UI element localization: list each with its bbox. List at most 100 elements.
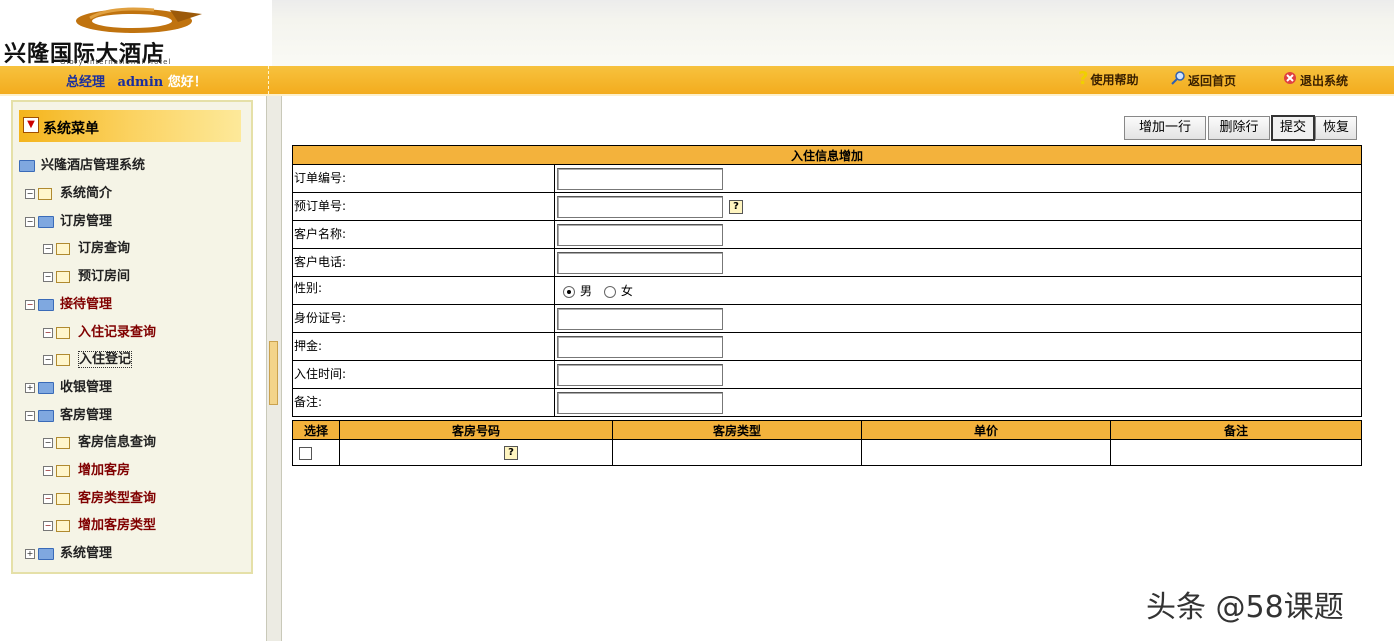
page-icon [56, 270, 70, 283]
page-icon [56, 242, 70, 255]
id-card-label: 身份证号: [292, 304, 555, 333]
folder-icon [19, 159, 35, 172]
tree-root-label: 兴隆酒店管理系统 [41, 158, 146, 173]
home-link[interactable]: 返回首页 [1170, 71, 1236, 89]
page-icon [56, 436, 70, 449]
page-icon [56, 353, 70, 366]
folder-icon [38, 547, 54, 560]
order-no-label: 订单编号: [292, 164, 555, 193]
col-remark: 备注 [1110, 420, 1362, 440]
hotel-logo: 兴隆国际大酒店 Glory International Hotel [0, 0, 272, 67]
gender-male-label: 男 [580, 284, 593, 298]
help-link[interactable]: ? 使用帮助 [1078, 68, 1139, 89]
customer-name-input[interactable] [557, 223, 723, 246]
collapse-icon[interactable]: − [43, 243, 53, 254]
submit-button[interactable]: 提交 [1271, 115, 1315, 141]
sidebar-splitter[interactable] [266, 96, 282, 641]
header-divider [268, 66, 269, 94]
logo-mark-icon [76, 7, 202, 33]
reset-button[interactable]: 恢复 [1315, 116, 1357, 140]
sidebar-item-system[interactable]: + 系统管理 [25, 542, 112, 561]
remark-label: 备注: [292, 388, 555, 417]
deposit-label: 押金: [292, 332, 555, 361]
sidebar-item-reserve-room[interactable]: − 预订房间 [43, 265, 130, 284]
help-lookup-icon[interactable]: ? [729, 199, 743, 214]
page-icon [38, 187, 52, 200]
help-link-label: 使用帮助 [1090, 73, 1139, 87]
arrow-down-icon: ▼ [23, 117, 39, 133]
form-title: 入住信息增加 [292, 145, 1362, 165]
order-no-input[interactable] [557, 167, 723, 190]
logout-link-label: 退出系统 [1300, 74, 1349, 88]
checkin-time-input[interactable] [557, 363, 723, 386]
expand-icon[interactable]: + [25, 548, 35, 559]
expand-icon[interactable]: + [25, 382, 35, 393]
question-icon: ? [1078, 68, 1089, 89]
menu-title: 系统菜单 [43, 121, 99, 137]
customer-name-label: 客户名称: [292, 220, 555, 249]
checkin-form: 入住信息增加 订单编号: 预订单号: ? 客户名称: 客户电话: 性别: 男 女… [292, 145, 1362, 417]
sidebar-item-reception[interactable]: − 接待管理 [25, 293, 112, 312]
sidebar-item-booking-query[interactable]: − 订房查询 [43, 237, 130, 256]
sidebar-item-intro[interactable]: − 系统简介 [25, 182, 112, 201]
sidebar-item-add-room-type[interactable]: − 增加客房类型 [43, 514, 156, 533]
reservation-no-input[interactable] [557, 195, 723, 218]
collapse-icon[interactable]: − [43, 493, 53, 504]
collapse-icon[interactable]: − [43, 327, 53, 338]
splitter-handle[interactable] [269, 341, 278, 405]
page-icon [56, 492, 70, 505]
gender-male-radio[interactable] [563, 285, 575, 298]
room-lookup-icon[interactable]: ? [504, 445, 518, 460]
remark-cell [1110, 439, 1362, 466]
sidebar-item-room-type-query[interactable]: − 客房类型查询 [43, 487, 156, 506]
sidebar-item-booking[interactable]: − 订房管理 [25, 210, 112, 229]
sidebar: ▼ 系统菜单 兴隆酒店管理系统 − 系统简介 − 订房管理 − 订房查询 − 预订房间 … [0, 96, 266, 641]
collapse-icon[interactable]: − [25, 188, 35, 199]
delete-row-button[interactable]: 删除行 [1208, 116, 1270, 140]
customer-phone-input[interactable] [557, 251, 723, 274]
id-card-input[interactable] [557, 307, 723, 330]
tree-root[interactable]: 兴隆酒店管理系统 [19, 154, 145, 173]
sidebar-item-rooms[interactable]: − 客房管理 [25, 404, 112, 423]
collapse-icon[interactable]: − [43, 520, 53, 531]
folder-icon [38, 409, 54, 422]
header-bar: 总经理 admin 您好！ ? 使用帮助 返回首页 退出系统 [0, 66, 1394, 96]
table-row: ? [292, 439, 1362, 466]
logout-link[interactable]: 退出系统 [1282, 71, 1348, 89]
sidebar-item-room-info-query[interactable]: − 客房信息查询 [43, 431, 156, 450]
page-icon [56, 326, 70, 339]
sidebar-item-checkin-register[interactable]: − 入住登记 [43, 348, 133, 368]
collapse-icon[interactable]: − [43, 465, 53, 476]
collapse-icon[interactable]: − [25, 216, 35, 227]
reservation-no-label: 预订单号: [292, 192, 555, 221]
collapse-icon[interactable]: − [25, 299, 35, 310]
folder-icon [38, 381, 54, 394]
sidebar-item-add-room[interactable]: − 增加客房 [43, 459, 130, 478]
deposit-input[interactable] [557, 335, 723, 358]
greeting: 总经理 admin 您好！ [66, 71, 207, 90]
page-icon [56, 464, 70, 477]
folder-icon [38, 298, 54, 311]
gender-female-label: 女 [620, 284, 633, 298]
col-price: 单价 [861, 420, 1111, 440]
remark-input[interactable] [557, 391, 723, 414]
sidebar-item-checkin-query[interactable]: − 入住记录查询 [43, 321, 156, 340]
collapse-icon[interactable]: − [43, 354, 53, 365]
row-select-checkbox[interactable] [299, 446, 312, 460]
search-icon [1170, 71, 1186, 88]
menu-header: ▼ 系统菜单 [19, 110, 241, 142]
gender-female-radio[interactable] [603, 285, 616, 298]
sidebar-menu: ▼ 系统菜单 兴隆酒店管理系统 − 系统简介 − 订房管理 − 订房查询 − 预订房间 … [11, 100, 253, 574]
sidebar-item-cashier[interactable]: + 收银管理 [25, 376, 112, 395]
collapse-icon[interactable]: − [43, 437, 53, 448]
col-select: 选择 [292, 420, 340, 440]
customer-phone-label: 客户电话: [292, 248, 555, 277]
add-row-button[interactable]: 增加一行 [1124, 116, 1206, 140]
collapse-icon[interactable]: − [25, 410, 35, 421]
collapse-icon[interactable]: − [43, 271, 53, 282]
folder-icon [38, 215, 54, 228]
col-room-type: 客房类型 [612, 420, 862, 440]
gender-label: 性别: [292, 276, 555, 305]
room-table: 选择 客房号码 客房类型 单价 备注 ? [292, 420, 1362, 466]
room-type-cell [612, 439, 862, 466]
